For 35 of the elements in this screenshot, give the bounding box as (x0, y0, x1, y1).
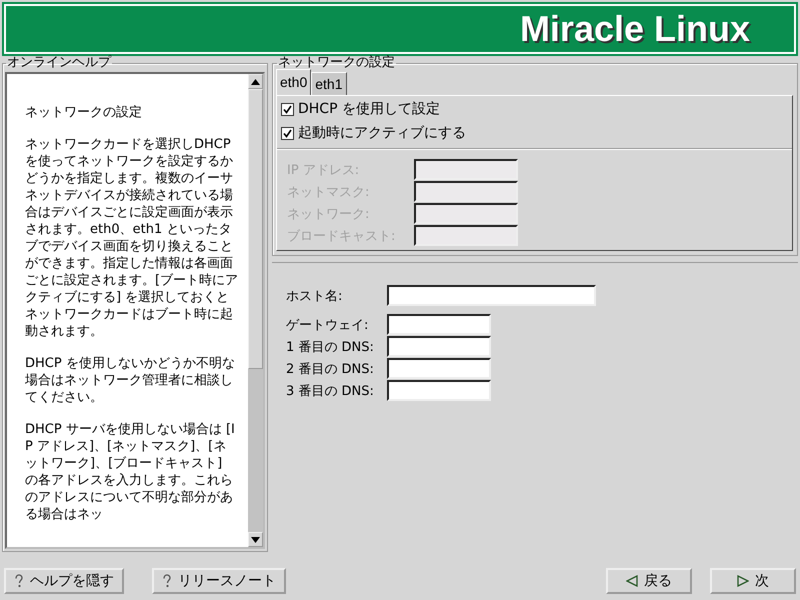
checkbox-label: 起動時にアクティブにする (298, 124, 466, 142)
question-icon (14, 574, 24, 588)
help-button[interactable]: リリースノート (152, 568, 286, 594)
help-paragraph: DHCP を使用しないかどうか不明な場合はネットワーク管理者に相談してください。 (25, 355, 236, 406)
field-label: ホスト名: (286, 288, 342, 304)
scroll-thumb[interactable] (248, 89, 263, 369)
input-field[interactable] (387, 358, 491, 379)
input-field[interactable] (387, 336, 491, 357)
network-title: ネットワークの設定 (277, 56, 396, 70)
tab[interactable]: eth1 (311, 72, 346, 95)
field-label: 1 番目の DNS: (286, 338, 374, 356)
checkbox[interactable] (281, 126, 294, 140)
input-field[interactable] (387, 285, 596, 306)
help-button[interactable]: ヘルプを隠す (4, 568, 124, 594)
scroll-down-icon[interactable] (248, 532, 263, 547)
field-label: ゲートウェイ: (286, 316, 368, 334)
scrollbar[interactable] (248, 74, 263, 547)
field-label: 3 番目の DNS: (286, 382, 374, 400)
input-field[interactable] (387, 314, 491, 335)
checkbox-label: DHCP を使用して設定 (298, 100, 440, 118)
field-label: 2 番目の DNS: (286, 360, 374, 378)
input-field[interactable] (387, 380, 491, 401)
next-button[interactable]: 次 (710, 568, 796, 594)
scroll-up-icon[interactable] (248, 74, 263, 89)
help-paragraph: ネットワークカードを選択しDHCP を使ってネットワークを設定するかどうかを指定します。複数のイーサネットデバイスが接続されている場合はデバイスごとに設定画面が表示されます。eth0、eth1 といったタブでデバイス画面を切り換えることができます。指定した情報は各画面ごとに設定されます。[ブート時にアクティブにする] を選択しておくとネットワークカードはブート時に起動されます。 (25, 136, 239, 340)
left-arrow-icon (626, 575, 638, 587)
question-icon (162, 574, 172, 588)
back-button[interactable]: 戻る (606, 568, 692, 594)
right-arrow-icon (737, 575, 749, 587)
help-paragraph: DHCP サーバを使用しない場合は [IP アドレス]、[ネットマスク]、[ネットワーク]、[ブロードキャスト] の各アドレスを入力します。これらのアドレスについて不明な部分がある場合はネッ (25, 421, 236, 523)
help-title: オンラインヘルプ (6, 56, 112, 70)
banner-title: Miracle Linux (520, 8, 750, 50)
checkbox[interactable] (281, 102, 294, 116)
tab[interactable]: eth0 (276, 69, 312, 95)
help-paragraph: ネットワークの設定 (25, 104, 143, 121)
